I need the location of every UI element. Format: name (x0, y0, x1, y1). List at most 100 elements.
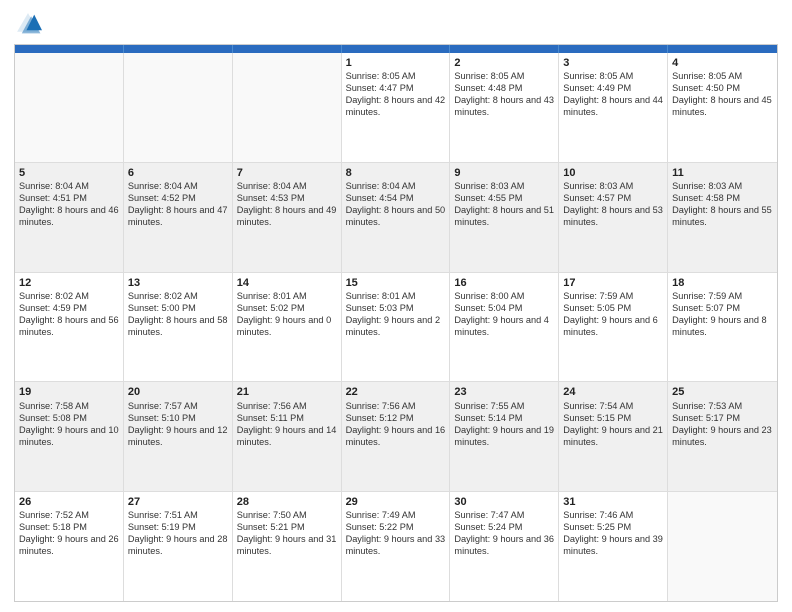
cell-w4-d2: 20 Sunrise: 7:57 AMSunset: 5:10 PMDayligh… (124, 382, 233, 491)
logo (14, 10, 46, 38)
day-number: 26 (19, 495, 119, 509)
cell-w3-d3: 14Sunrise: 8:01 AMSunset: 5:02 PMDayligh… (233, 273, 342, 382)
day-info: Sunrise: 7:53 AMSunset: 5:17 PMDaylight:… (672, 401, 772, 447)
day-number: 25 (672, 385, 773, 399)
cell-w2-d6: 10Sunrise: 8:03 AMSunset: 4:57 PMDayligh… (559, 163, 668, 272)
day-number: 21 (237, 385, 337, 399)
cell-w1-d6: 3Sunrise: 8:05 AMSunset: 4:49 PMDaylight… (559, 53, 668, 162)
day-number: 22 (346, 385, 446, 399)
cell-w3-d4: 15Sunrise: 8:01 AMSunset: 5:03 PMDayligh… (342, 273, 451, 382)
day-info: Sunrise: 8:02 AMSunset: 5:00 PMDaylight:… (128, 291, 228, 337)
cell-w5-d7 (668, 492, 777, 601)
day-info: Sunrise: 7:56 AMSunset: 5:11 PMDaylight:… (237, 401, 337, 447)
header-saturday (668, 45, 777, 53)
day-info: Sunrise: 8:05 AMSunset: 4:50 PMDaylight:… (672, 71, 772, 117)
day-number: 20 (128, 385, 228, 399)
week-2: 5Sunrise: 8:04 AMSunset: 4:51 PMDaylight… (15, 163, 777, 273)
cell-w4-d3: 21 Sunrise: 7:56 AMSunset: 5:11 PMDayligh… (233, 382, 342, 491)
cell-w2-d7: 11Sunrise: 8:03 AMSunset: 4:58 PMDayligh… (668, 163, 777, 272)
day-number: 3 (563, 56, 663, 70)
day-number: 9 (454, 166, 554, 180)
cell-w3-d7: 18Sunrise: 7:59 AMSunset: 5:07 PMDayligh… (668, 273, 777, 382)
day-number: 15 (346, 276, 446, 290)
cell-w5-d2: 27Sunrise: 7:51 AMSunset: 5:19 PMDayligh… (124, 492, 233, 601)
calendar-body: 1Sunrise: 8:05 AMSunset: 4:47 PMDaylight… (15, 53, 777, 601)
day-number: 23 (454, 385, 554, 399)
cell-w2-d2: 6Sunrise: 8:04 AMSunset: 4:52 PMDaylight… (124, 163, 233, 272)
cell-w2-d1: 5Sunrise: 8:04 AMSunset: 4:51 PMDaylight… (15, 163, 124, 272)
day-info: Sunrise: 7:59 AMSunset: 5:07 PMDaylight:… (672, 291, 767, 337)
header-monday (124, 45, 233, 53)
day-info: Sunrise: 7:57 AMSunset: 5:10 PMDaylight:… (128, 401, 228, 447)
day-info: Sunrise: 8:03 AMSunset: 4:55 PMDaylight:… (454, 181, 554, 227)
day-info: Sunrise: 7:47 AMSunset: 5:24 PMDaylight:… (454, 510, 554, 556)
calendar: 1Sunrise: 8:05 AMSunset: 4:47 PMDaylight… (14, 44, 778, 602)
day-number: 12 (19, 276, 119, 290)
day-number: 30 (454, 495, 554, 509)
cell-w5-d1: 26Sunrise: 7:52 AMSunset: 5:18 PMDayligh… (15, 492, 124, 601)
day-number: 24 (563, 385, 663, 399)
cell-w5-d5: 30Sunrise: 7:47 AMSunset: 5:24 PMDayligh… (450, 492, 559, 601)
day-info: Sunrise: 8:05 AMSunset: 4:49 PMDaylight:… (563, 71, 663, 117)
day-number: 5 (19, 166, 119, 180)
day-info: Sunrise: 8:05 AMSunset: 4:47 PMDaylight:… (346, 71, 446, 117)
day-info: Sunrise: 8:04 AMSunset: 4:52 PMDaylight:… (128, 181, 228, 227)
cell-w1-d5: 2Sunrise: 8:05 AMSunset: 4:48 PMDaylight… (450, 53, 559, 162)
cell-w1-d1 (15, 53, 124, 162)
day-info: Sunrise: 7:54 AMSunset: 5:15 PMDaylight:… (563, 401, 663, 447)
day-number: 10 (563, 166, 663, 180)
day-number: 14 (237, 276, 337, 290)
day-info: Sunrise: 8:04 AMSunset: 4:53 PMDaylight:… (237, 181, 337, 227)
day-number: 8 (346, 166, 446, 180)
logo-icon (14, 10, 42, 38)
cell-w4-d5: 23 Sunrise: 7:55 AMSunset: 5:14 PMDayligh… (450, 382, 559, 491)
day-number: 31 (563, 495, 663, 509)
header-tuesday (233, 45, 342, 53)
day-info: Sunrise: 7:58 AMSunset: 5:08 PMDaylight:… (19, 401, 119, 447)
cell-w5-d3: 28Sunrise: 7:50 AMSunset: 5:21 PMDayligh… (233, 492, 342, 601)
cell-w5-d4: 29Sunrise: 7:49 AMSunset: 5:22 PMDayligh… (342, 492, 451, 601)
header-friday (559, 45, 668, 53)
cell-w2-d5: 9Sunrise: 8:03 AMSunset: 4:55 PMDaylight… (450, 163, 559, 272)
day-info: Sunrise: 7:59 AMSunset: 5:05 PMDaylight:… (563, 291, 658, 337)
cell-w4-d4: 22 Sunrise: 7:56 AMSunset: 5:12 PMDayligh… (342, 382, 451, 491)
header-thursday (450, 45, 559, 53)
cell-w1-d2 (124, 53, 233, 162)
header-sunday (15, 45, 124, 53)
cell-w2-d4: 8Sunrise: 8:04 AMSunset: 4:54 PMDaylight… (342, 163, 451, 272)
cell-w4-d7: 25 Sunrise: 7:53 AMSunset: 5:17 PMDayligh… (668, 382, 777, 491)
day-number: 1 (346, 56, 446, 70)
day-info: Sunrise: 7:49 AMSunset: 5:22 PMDaylight:… (346, 510, 446, 556)
cell-w3-d1: 12Sunrise: 8:02 AMSunset: 4:59 PMDayligh… (15, 273, 124, 382)
page: 1Sunrise: 8:05 AMSunset: 4:47 PMDaylight… (0, 0, 792, 612)
cell-w3-d6: 17Sunrise: 7:59 AMSunset: 5:05 PMDayligh… (559, 273, 668, 382)
day-number: 18 (672, 276, 773, 290)
day-info: Sunrise: 8:03 AMSunset: 4:58 PMDaylight:… (672, 181, 772, 227)
day-info: Sunrise: 7:55 AMSunset: 5:14 PMDaylight:… (454, 401, 554, 447)
day-info: Sunrise: 7:50 AMSunset: 5:21 PMDaylight:… (237, 510, 337, 556)
day-info: Sunrise: 7:51 AMSunset: 5:19 PMDaylight:… (128, 510, 228, 556)
day-number: 6 (128, 166, 228, 180)
header-wednesday (342, 45, 451, 53)
day-number: 7 (237, 166, 337, 180)
cell-w1-d3 (233, 53, 342, 162)
header (14, 10, 778, 38)
day-number: 13 (128, 276, 228, 290)
week-5: 26Sunrise: 7:52 AMSunset: 5:18 PMDayligh… (15, 492, 777, 601)
week-1: 1Sunrise: 8:05 AMSunset: 4:47 PMDaylight… (15, 53, 777, 163)
day-number: 28 (237, 495, 337, 509)
day-info: Sunrise: 8:01 AMSunset: 5:02 PMDaylight:… (237, 291, 332, 337)
cell-w1-d7: 4Sunrise: 8:05 AMSunset: 4:50 PMDaylight… (668, 53, 777, 162)
day-info: Sunrise: 7:56 AMSunset: 5:12 PMDaylight:… (346, 401, 446, 447)
day-number: 4 (672, 56, 773, 70)
day-number: 19 (19, 385, 119, 399)
day-number: 27 (128, 495, 228, 509)
day-number: 11 (672, 166, 773, 180)
day-number: 16 (454, 276, 554, 290)
cell-w4-d1: 19 Sunrise: 7:58 AMSunset: 5:08 PMDayligh… (15, 382, 124, 491)
day-info: Sunrise: 8:04 AMSunset: 4:54 PMDaylight:… (346, 181, 446, 227)
day-number: 29 (346, 495, 446, 509)
day-info: Sunrise: 8:01 AMSunset: 5:03 PMDaylight:… (346, 291, 441, 337)
day-info: Sunrise: 7:52 AMSunset: 5:18 PMDaylight:… (19, 510, 119, 556)
week-3: 12Sunrise: 8:02 AMSunset: 4:59 PMDayligh… (15, 273, 777, 383)
